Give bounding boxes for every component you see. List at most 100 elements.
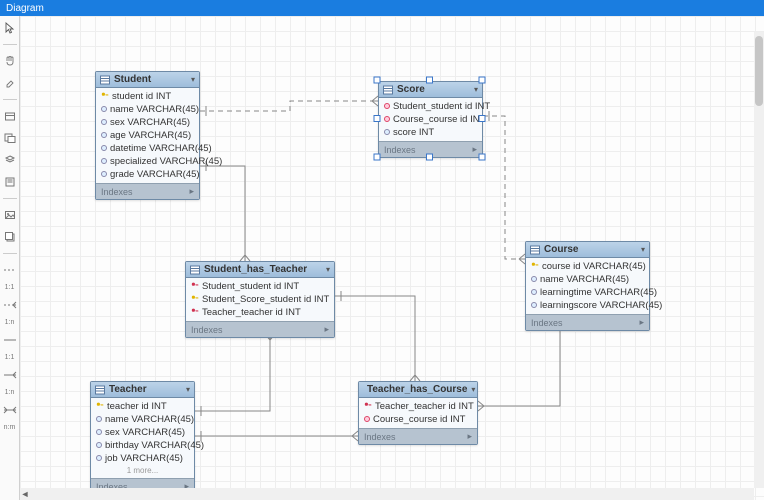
entity-indexes[interactable]: Indexes ▸ xyxy=(526,314,649,330)
column-text: age VARCHAR(45) xyxy=(110,130,191,141)
indexes-label: Indexes xyxy=(531,318,563,328)
stack-icon[interactable] xyxy=(2,229,18,245)
table-column[interactable]: age VARCHAR(45) xyxy=(96,129,199,142)
indexes-label: Indexes xyxy=(191,325,223,335)
entity-columns: Teacher_teacher id INT Course_course id … xyxy=(359,398,477,428)
column-icon xyxy=(531,261,539,272)
entity-header[interactable]: Teacher ▾ xyxy=(91,382,194,398)
hand-tool-icon[interactable] xyxy=(2,53,18,69)
table-column[interactable]: learningscore VARCHAR(45) xyxy=(526,299,649,312)
table-column[interactable]: name VARCHAR(45) xyxy=(91,413,194,426)
rel-1-n-a-icon[interactable] xyxy=(2,297,18,313)
chevron-down-icon[interactable]: ▾ xyxy=(641,245,645,254)
table-column[interactable]: datetime VARCHAR(45) xyxy=(96,142,199,155)
column-icon xyxy=(96,427,102,438)
column-text: Teacher_teacher id INT xyxy=(375,401,474,412)
new-view-icon[interactable] xyxy=(2,130,18,146)
column-text: sex VARCHAR(45) xyxy=(105,427,185,438)
entity-columns: course id VARCHAR(45) name VARCHAR(45) l… xyxy=(526,258,649,314)
table-column[interactable]: birthday VARCHAR(45) xyxy=(91,439,194,452)
column-text: sex VARCHAR(45) xyxy=(110,117,190,128)
horizontal-scrollbar[interactable]: ◄ xyxy=(20,488,754,500)
scrollbar-thumb[interactable] xyxy=(755,36,763,106)
table-column[interactable]: specialized VARCHAR(45) xyxy=(96,155,199,168)
table-icon xyxy=(530,245,540,255)
table-column[interactable]: teacher id INT xyxy=(91,400,194,413)
entity-indexes[interactable]: Indexes ▸ xyxy=(359,428,477,444)
entity-student[interactable]: Student ▾ student id INT name VARCHAR(45… xyxy=(95,71,200,200)
column-icon xyxy=(96,440,102,451)
table-column[interactable]: Student_student id INT xyxy=(186,280,334,293)
column-text: learningscore VARCHAR(45) xyxy=(540,300,662,311)
table-column[interactable]: Student_Score_student id INT xyxy=(186,293,334,306)
column-text: birthday VARCHAR(45) xyxy=(105,440,204,451)
table-column[interactable]: job VARCHAR(45) xyxy=(91,452,194,465)
column-icon xyxy=(101,130,107,141)
column-icon xyxy=(96,414,102,425)
entity-indexes[interactable]: Indexes ▸ xyxy=(96,183,199,199)
column-icon xyxy=(101,156,107,167)
entity-teacher[interactable]: Teacher ▾ teacher id INT name VARCHAR(45… xyxy=(90,381,195,495)
entity-indexes[interactable]: Indexes ▸ xyxy=(186,321,334,337)
new-table-icon[interactable] xyxy=(2,108,18,124)
separator xyxy=(3,198,17,199)
rel-1-1-b-label: 1:1 xyxy=(5,354,15,361)
table-column[interactable]: name VARCHAR(45) xyxy=(96,103,199,116)
scrollbar-left-arrow[interactable]: ◄ xyxy=(20,489,30,499)
toolbox: 1:1 1:n 1:1 1:n n:m xyxy=(0,16,20,500)
vertical-scrollbar[interactable] xyxy=(754,32,764,488)
column-icon xyxy=(101,143,107,154)
column-icon xyxy=(191,307,199,318)
chevron-down-icon[interactable]: ▾ xyxy=(186,385,190,394)
column-text: datetime VARCHAR(45) xyxy=(110,143,212,154)
table-column[interactable]: Course_course id INT xyxy=(359,413,477,426)
entity-name: Student_has_Teacher xyxy=(204,264,322,275)
rel-1-n-b-label: 1:n xyxy=(5,389,15,396)
indexes-label: Indexes xyxy=(364,432,396,442)
chevron-down-icon[interactable]: ▾ xyxy=(191,75,195,84)
column-text: Course_course id INT xyxy=(373,414,465,425)
rel-n-m-label: n:m xyxy=(4,424,16,431)
table-column[interactable]: course id VARCHAR(45) xyxy=(526,260,649,273)
more-indicator[interactable]: 1 more... xyxy=(91,465,194,476)
rel-n-m-icon[interactable] xyxy=(2,402,18,418)
rel-1-1-a-icon[interactable] xyxy=(2,262,18,278)
column-text: name VARCHAR(45) xyxy=(540,274,629,285)
rel-1-1-b-icon[interactable] xyxy=(2,332,18,348)
eraser-tool-icon[interactable] xyxy=(2,75,18,91)
chevron-down-icon[interactable]: ▾ xyxy=(326,265,330,274)
table-column[interactable]: Teacher_teacher id INT xyxy=(359,400,477,413)
diagram-canvas[interactable]: Student ▾ student id INT name VARCHAR(45… xyxy=(20,16,764,500)
image-icon[interactable] xyxy=(2,207,18,223)
pointer-tool-icon[interactable] xyxy=(2,20,18,36)
entity-sht[interactable]: Student_has_Teacher ▾ Student_student id… xyxy=(185,261,335,338)
entity-header[interactable]: Course ▾ xyxy=(526,242,649,258)
table-column[interactable]: learningtime VARCHAR(45) xyxy=(526,286,649,299)
entity-course[interactable]: Course ▾ course id VARCHAR(45) name VARC… xyxy=(525,241,650,331)
chevron-down-icon[interactable]: ▾ xyxy=(471,385,475,394)
table-icon xyxy=(190,265,200,275)
table-column[interactable]: name VARCHAR(45) xyxy=(526,273,649,286)
table-column[interactable]: student id INT xyxy=(96,90,199,103)
entity-thc[interactable]: Teacher_has_Course ▾ Teacher_teacher id … xyxy=(358,381,478,445)
table-icon xyxy=(95,385,105,395)
column-icon xyxy=(531,300,537,311)
column-text: job VARCHAR(45) xyxy=(105,453,183,464)
chevron-right-icon: ▸ xyxy=(467,431,472,442)
table-column[interactable]: grade VARCHAR(45) xyxy=(96,168,199,181)
table-column[interactable]: sex VARCHAR(45) xyxy=(91,426,194,439)
entity-name: Course xyxy=(544,244,637,255)
layer-icon[interactable] xyxy=(2,152,18,168)
column-icon xyxy=(96,401,104,412)
table-column[interactable]: Teacher_teacher id INT xyxy=(186,306,334,319)
separator xyxy=(3,253,17,254)
entity-header[interactable]: Student ▾ xyxy=(96,72,199,88)
table-column[interactable]: sex VARCHAR(45) xyxy=(96,116,199,129)
entity-header[interactable]: Student_has_Teacher ▾ xyxy=(186,262,334,278)
column-text: Student_Score_student id INT xyxy=(202,294,329,305)
entity-header[interactable]: Teacher_has_Course ▾ xyxy=(359,382,477,398)
note-icon[interactable] xyxy=(2,174,18,190)
separator xyxy=(3,44,17,45)
column-text: specialized VARCHAR(45) xyxy=(110,156,222,167)
rel-1-n-b-icon[interactable] xyxy=(2,367,18,383)
